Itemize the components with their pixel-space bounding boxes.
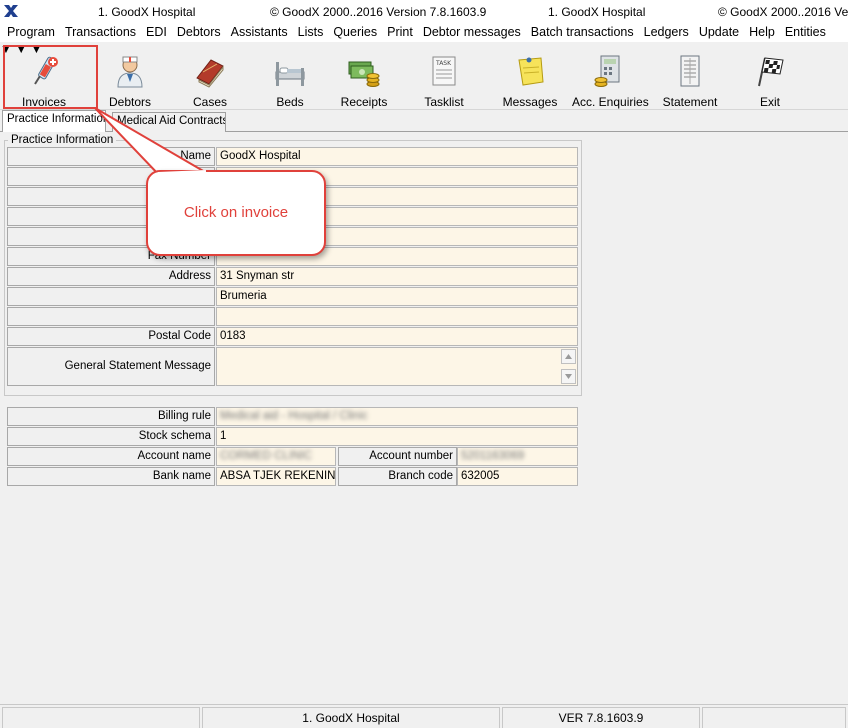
doctor-icon bbox=[117, 56, 143, 88]
postal-code-label: Postal Code bbox=[7, 327, 215, 346]
tab-medical-aid-contracts[interactable]: Medical Aid Contracts bbox=[112, 112, 226, 132]
acc-enquiries-button[interactable]: Acc. Enquiries bbox=[572, 50, 649, 109]
status-panel-4 bbox=[702, 707, 846, 728]
name-label: Name bbox=[7, 147, 215, 166]
menu-assistants[interactable]: Assistants bbox=[226, 25, 293, 39]
messages-button[interactable]: Messages bbox=[500, 50, 560, 109]
app-window: 1. GoodX Hospital © GoodX 2000..2016 Ver… bbox=[0, 0, 848, 728]
statement-icon bbox=[680, 55, 700, 87]
tasklist-icon: TASK bbox=[432, 56, 456, 86]
tasklist-button[interactable]: TASK Tasklist bbox=[414, 50, 474, 109]
menu-print[interactable]: Print bbox=[382, 25, 418, 39]
goodx-logo-icon bbox=[4, 5, 18, 17]
sticky-note-icon bbox=[518, 57, 544, 86]
callout-text: Click on invoice bbox=[183, 204, 289, 221]
bank-name-label: Bank name bbox=[7, 467, 215, 486]
exit-button[interactable]: Exit bbox=[740, 50, 800, 109]
branch-code-field[interactable]: 632005 bbox=[457, 467, 578, 486]
title-hospital-2: 1. GoodX Hospital bbox=[548, 5, 646, 19]
beds-label: Beds bbox=[276, 95, 304, 109]
tab-practice-information[interactable]: Practice Information bbox=[2, 110, 106, 132]
svg-text:TASK: TASK bbox=[435, 60, 452, 67]
status-bar: 1. GoodX Hospital VER 7.8.1603.9 bbox=[0, 704, 848, 728]
statement-label: Statement bbox=[662, 95, 718, 109]
menu-debtor-messages[interactable]: Debtor messages bbox=[418, 25, 526, 39]
menu-batch-transactions[interactable]: Batch transactions bbox=[526, 25, 639, 39]
acc-enquiries-label: Acc. Enquiries bbox=[572, 95, 649, 109]
tasklist-label: Tasklist bbox=[424, 95, 464, 109]
messages-label: Messages bbox=[502, 95, 558, 109]
name-field[interactable]: GoodX Hospital bbox=[216, 147, 578, 166]
menu-program[interactable]: Program bbox=[2, 25, 60, 39]
bank-name-field[interactable]: ABSA TJEK REKENING bbox=[216, 467, 336, 486]
account-number-field[interactable]: 5201163069 bbox=[457, 447, 578, 466]
stock-schema-label: Stock schema bbox=[7, 427, 215, 446]
title-copyright-2: © GoodX 2000..2016 Ver bbox=[718, 5, 848, 19]
title-bar: 1. GoodX Hospital © GoodX 2000..2016 Ver… bbox=[0, 0, 848, 22]
book-icon bbox=[196, 59, 224, 88]
menu-update[interactable]: Update bbox=[694, 25, 744, 39]
title-copyright: © GoodX 2000..2016 Version 7.8.1603.9 bbox=[270, 5, 487, 19]
billing-rule-field[interactable]: Medical aid - Hospital / Clinic bbox=[216, 407, 578, 426]
account-number-label: Account number bbox=[338, 447, 457, 466]
general-statement-memo[interactable] bbox=[216, 347, 578, 386]
money-icon bbox=[348, 61, 380, 87]
account-number-value: 5201163069 bbox=[461, 450, 525, 462]
menu-help[interactable]: Help bbox=[744, 25, 780, 39]
debtors-button[interactable]: Debtors bbox=[100, 50, 160, 109]
menu-entities[interactable]: Entities bbox=[780, 25, 831, 39]
debtors-label: Debtors bbox=[108, 95, 152, 109]
address-line3-label bbox=[7, 307, 215, 326]
statement-button[interactable]: Statement bbox=[660, 50, 720, 109]
address-label: Address bbox=[7, 267, 215, 286]
menu-lists[interactable]: Lists bbox=[293, 25, 329, 39]
menu-edi[interactable]: EDI bbox=[141, 25, 172, 39]
receipts-button[interactable]: Receipts bbox=[334, 50, 394, 109]
address-line2-label bbox=[7, 287, 215, 306]
status-panel-1 bbox=[2, 707, 200, 728]
bed-icon bbox=[275, 62, 305, 86]
stock-schema-field[interactable]: 1 bbox=[216, 427, 578, 446]
menu-transactions[interactable]: Transactions bbox=[60, 25, 141, 39]
address-line1-field[interactable]: 31 Snyman str bbox=[216, 267, 578, 286]
menu-queries[interactable]: Queries bbox=[328, 25, 382, 39]
address-line2-field[interactable]: Brumeria bbox=[216, 287, 578, 306]
address-line3-field[interactable] bbox=[216, 307, 578, 326]
invoices-highlight-box bbox=[3, 45, 98, 109]
calculator-icon bbox=[594, 55, 620, 87]
callout-bubble: Click on invoice bbox=[146, 170, 326, 256]
branch-code-label: Branch code bbox=[338, 467, 457, 486]
menu-debtors[interactable]: Debtors bbox=[172, 25, 226, 39]
exit-label: Exit bbox=[759, 95, 780, 109]
billing-rule-value: Medical aid - Hospital / Clinic bbox=[220, 410, 368, 422]
cases-button[interactable]: Cases bbox=[180, 50, 240, 109]
menu-bar: Program Transactions EDI Debtors Assista… bbox=[0, 22, 848, 42]
general-statement-label: General Statement Message bbox=[7, 347, 215, 386]
receipts-label: Receipts bbox=[340, 95, 388, 109]
billing-rule-label: Billing rule bbox=[7, 407, 215, 426]
cases-label: Cases bbox=[192, 95, 227, 109]
title-hospital: 1. GoodX Hospital bbox=[98, 5, 196, 19]
account-name-label: Account name bbox=[7, 447, 215, 466]
account-name-field[interactable]: CORMED CLINIC bbox=[216, 447, 336, 466]
postal-code-field[interactable]: 0183 bbox=[216, 327, 578, 346]
status-version: VER 7.8.1603.9 bbox=[502, 707, 700, 728]
beds-button[interactable]: Beds bbox=[260, 50, 320, 109]
toolbar: Invoices ▼ Debtors Cases Beds Receipts ▼… bbox=[0, 42, 848, 110]
menu-ledgers[interactable]: Ledgers bbox=[639, 25, 694, 39]
status-hospital: 1. GoodX Hospital bbox=[202, 707, 500, 728]
group-title: Practice Information bbox=[8, 134, 117, 146]
account-name-value: CORMED CLINIC bbox=[220, 450, 313, 462]
checkered-flag-icon bbox=[758, 57, 784, 87]
scroll-up-icon[interactable] bbox=[561, 349, 576, 364]
scroll-down-icon[interactable] bbox=[561, 369, 576, 384]
tab-strip: Practice Information Medical Aid Contrac… bbox=[0, 110, 848, 132]
